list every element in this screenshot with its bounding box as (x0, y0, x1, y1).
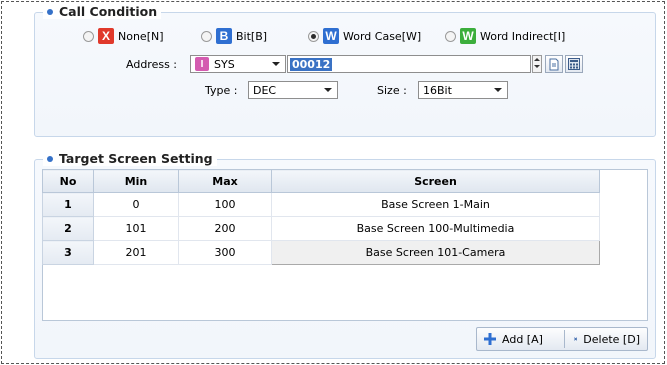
size-value: 16Bit (423, 83, 452, 97)
radio-word-case[interactable]: W Word Case[W] (308, 28, 421, 44)
address-value: 00012 (290, 57, 333, 71)
call-condition-panel: Call Condition X None[N] B Bit[B] W Word… (34, 4, 656, 137)
target-screen-table: No Min Max Screen 1 0 100 Base Screen 1-… (42, 169, 634, 265)
bullet-icon (47, 8, 53, 15)
type-select[interactable]: DEC (248, 81, 338, 99)
radio-bit[interactable]: B Bit[B] (201, 28, 267, 44)
spin-up-icon[interactable] (534, 58, 540, 61)
type-label: Type : (205, 84, 238, 97)
address-label: Address : (126, 58, 178, 71)
delete-button[interactable]: Delete [D] (566, 328, 648, 350)
close-icon (574, 337, 578, 341)
table-row[interactable]: 2 101 200 Base Screen 100-Multimedia (42, 216, 634, 241)
radio-button[interactable] (201, 30, 212, 42)
target-screen-panel: Target Screen Setting No Min Max Screen … (34, 151, 656, 359)
radio-button[interactable] (83, 30, 94, 42)
size-select[interactable]: 16Bit (418, 81, 508, 99)
keypad-icon (568, 58, 580, 70)
table-row[interactable]: 3 201 300 Base Screen 101-Camera (42, 240, 634, 265)
spin-down-icon[interactable] (534, 65, 540, 68)
chevron-down-icon (272, 62, 280, 66)
table-row[interactable]: 1 0 100 Base Screen 1-Main (42, 192, 634, 217)
cell-screen-selected[interactable]: Base Screen 101-Camera (271, 240, 600, 265)
cell-min[interactable]: 101 (93, 216, 179, 241)
cell-no[interactable]: 3 (42, 240, 94, 265)
document-icon (549, 58, 559, 70)
cell-screen[interactable]: Base Screen 1-Main (271, 192, 600, 217)
cell-max[interactable]: 100 (178, 192, 272, 217)
chevron-down-icon (494, 88, 502, 92)
radio-button[interactable] (445, 30, 456, 42)
add-button-label: Add [A] (502, 332, 543, 346)
address-device-select[interactable]: I SYS (190, 55, 286, 73)
dialog-frame: Call Condition X None[N] B Bit[B] W Word… (1, 1, 665, 364)
plus-icon (484, 333, 496, 345)
address-keypad-button[interactable] (565, 55, 583, 73)
radio-word-case-label: Word Case[W] (343, 29, 422, 43)
radio-none[interactable]: X None[N] (83, 28, 164, 44)
target-screen-title-text: Target Screen Setting (59, 151, 213, 166)
cell-min[interactable]: 0 (93, 192, 179, 217)
column-header-empty (599, 169, 634, 193)
column-header-no[interactable]: No (42, 169, 94, 193)
table-header-row: No Min Max Screen (42, 169, 634, 193)
column-header-min[interactable]: Min (93, 169, 179, 193)
cell-min[interactable]: 201 (93, 240, 179, 265)
call-condition-title-text: Call Condition (59, 4, 158, 19)
chevron-down-icon (324, 88, 332, 92)
size-label: Size : (377, 84, 407, 97)
add-button[interactable]: Add [A] (476, 328, 564, 350)
column-header-max[interactable]: Max (178, 169, 272, 193)
cell-max[interactable]: 200 (178, 216, 272, 241)
address-spinner[interactable] (532, 55, 542, 73)
device-i-icon: I (195, 57, 209, 71)
cell-no[interactable]: 1 (42, 192, 94, 217)
w-icon: W (323, 28, 339, 44)
cell-max[interactable]: 300 (178, 240, 272, 265)
x-icon: X (98, 28, 114, 44)
call-condition-title: Call Condition (43, 4, 162, 19)
radio-bit-label: Bit[B] (236, 29, 268, 43)
radio-button-selected[interactable] (308, 30, 319, 42)
w-green-icon: W (460, 28, 476, 44)
button-divider (564, 330, 565, 348)
type-value: DEC (253, 83, 277, 97)
cell-no[interactable]: 2 (42, 216, 94, 241)
radio-word-indirect-label: Word Indirect[I] (480, 29, 566, 43)
target-screen-title: Target Screen Setting (43, 151, 217, 166)
bullet-icon (47, 155, 53, 162)
radio-word-indirect[interactable]: W Word Indirect[I] (445, 28, 565, 44)
delete-button-label: Delete [D] (583, 332, 640, 346)
cell-screen[interactable]: Base Screen 100-Multimedia (271, 216, 600, 241)
b-icon: B (216, 28, 232, 44)
address-browse-button[interactable] (545, 55, 563, 73)
column-header-screen[interactable]: Screen (271, 169, 600, 193)
radio-none-label: None[N] (118, 29, 164, 43)
address-input[interactable]: 00012 (287, 55, 531, 73)
address-device-value: SYS (214, 57, 235, 71)
